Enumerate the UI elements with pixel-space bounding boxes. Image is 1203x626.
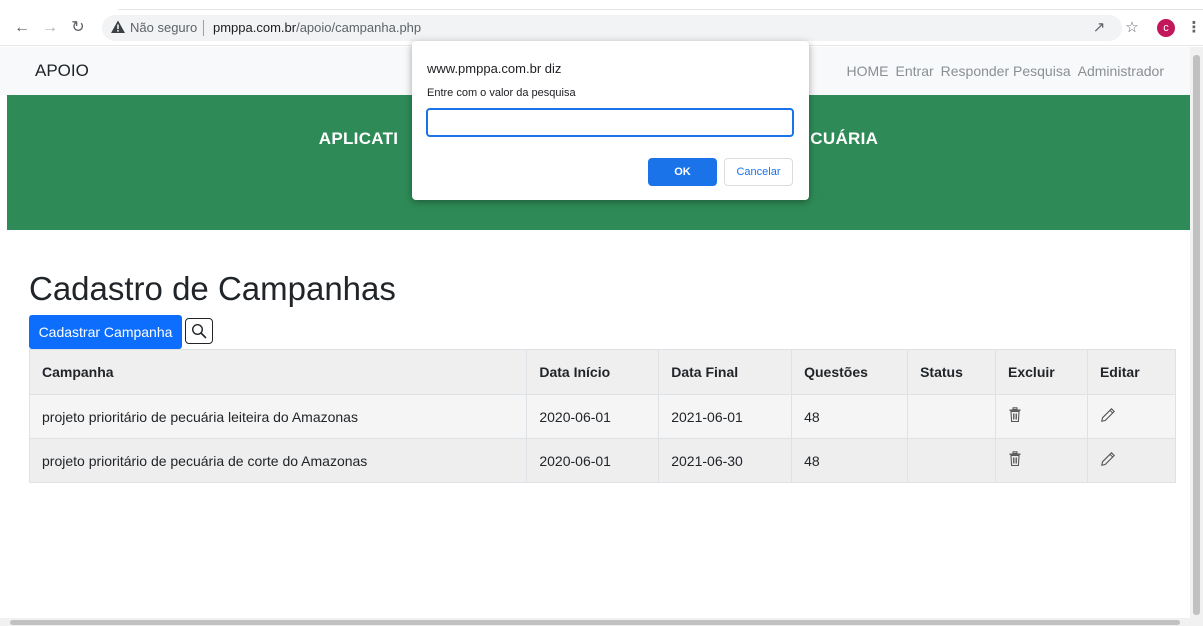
tab-strip [0, 0, 1203, 10]
url-domain: pmppa.com.br [213, 20, 297, 35]
col-header-status: Status [907, 349, 997, 395]
col-header-data-final: Data Final [658, 349, 793, 395]
trash-icon[interactable] [1008, 451, 1022, 467]
warning-triangle-icon [111, 20, 125, 33]
bookmark-star-icon[interactable]: ☆ [1122, 18, 1142, 38]
cell-campanha: projeto prioritário de pecuária leiteira… [28, 394, 528, 439]
navbar-brand[interactable]: APOIO [35, 61, 89, 81]
cell-data-final: 2021-06-30 [658, 438, 793, 483]
campaign-table: Campanha Data Início Data Final Questões… [28, 349, 1177, 483]
col-header-campanha: Campanha [28, 349, 528, 395]
cell-editar [1086, 438, 1177, 483]
pencil-icon[interactable] [1100, 407, 1116, 423]
cell-excluir [995, 438, 1088, 483]
url-text: pmppa.com.br/apoio/campanha.php [213, 20, 421, 35]
cell-data-inicio: 2020-06-01 [526, 394, 660, 439]
search-button[interactable] [185, 318, 213, 344]
horizontal-scroll-thumb[interactable] [10, 620, 1180, 625]
cell-data-inicio: 2020-06-01 [526, 438, 660, 483]
table-row: projeto prioritário de pecuária de corte… [28, 438, 1177, 483]
cell-campanha: projeto prioritário de pecuária de corte… [28, 438, 528, 483]
hero-title-left: APLICATI [318, 129, 399, 148]
back-arrow-icon[interactable]: ← [12, 18, 32, 38]
page-title: Cadastro de Campanhas [29, 270, 396, 307]
cancel-button[interactable]: Cancelar [724, 158, 793, 186]
trash-icon[interactable] [1008, 407, 1022, 423]
table-header-row: Campanha Data Início Data Final Questões… [28, 349, 1177, 395]
nav-link-responder-pesquisa[interactable]: Responder Pesquisa [941, 63, 1071, 79]
omnibox-divider [203, 20, 204, 36]
share-icon[interactable]: ↗ [1089, 18, 1109, 38]
dialog-message: Entre com o valor da pesquisa [427, 87, 576, 99]
cell-questoes: 48 [791, 438, 909, 483]
security-label: Não seguro [130, 20, 198, 35]
forward-arrow-icon[interactable]: → [40, 18, 60, 38]
url-path: /apoio/campanha.php [296, 20, 422, 35]
col-header-data-inicio: Data Início [526, 349, 660, 395]
profile-avatar[interactable]: c [1157, 19, 1175, 37]
search-icon [191, 323, 207, 339]
vertical-scroll-thumb[interactable] [1193, 55, 1200, 615]
cell-excluir [995, 394, 1088, 439]
col-header-editar: Editar [1086, 349, 1177, 395]
add-campaign-button[interactable]: Cadastrar Campanha [29, 315, 182, 349]
kebab-menu-icon[interactable]: ⋮ [1184, 18, 1203, 38]
omnibox[interactable]: Não seguro pmppa.com.br/apoio/campanha.p… [102, 15, 1122, 41]
cell-editar [1086, 394, 1177, 439]
horizontal-scrollbar[interactable] [0, 618, 1203, 626]
nav-link-entrar[interactable]: Entrar [896, 63, 934, 79]
ok-button[interactable]: OK [648, 158, 717, 186]
cell-status [907, 394, 997, 439]
table-row: projeto prioritário de pecuária leiteira… [28, 394, 1177, 439]
dialog-input[interactable] [426, 108, 794, 137]
cell-data-final: 2021-06-01 [658, 394, 793, 439]
reload-icon[interactable]: ↻ [68, 18, 88, 38]
browser-window: ← → ↻ Não seguro pmppa.com.br/apoio/camp… [0, 0, 1203, 626]
col-header-excluir: Excluir [995, 349, 1088, 395]
cell-status [907, 438, 997, 483]
vertical-scrollbar[interactable] [1190, 47, 1203, 618]
nav-link-administrador[interactable]: Administrador [1078, 63, 1164, 79]
cell-questoes: 48 [791, 394, 909, 439]
navbar-links: HOME Entrar Responder Pesquisa Administr… [847, 63, 1164, 79]
hero-title-right: CUÁRIA [810, 129, 879, 148]
pencil-icon[interactable] [1100, 451, 1116, 467]
dialog-origin: www.pmppa.com.br diz [427, 61, 562, 76]
prompt-dialog: www.pmppa.com.br diz Entre com o valor d… [412, 41, 809, 200]
nav-link-home[interactable]: HOME [847, 63, 889, 79]
col-header-questoes: Questões [791, 349, 909, 395]
